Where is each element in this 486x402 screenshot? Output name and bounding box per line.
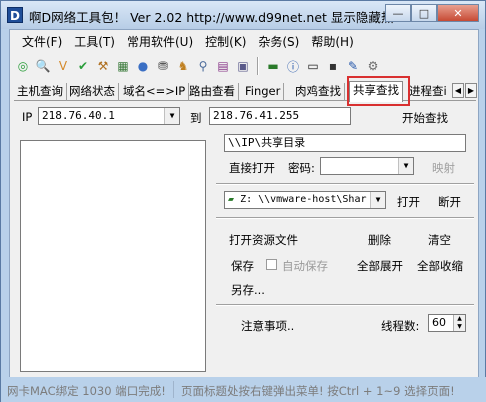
main-window: D 啊D网络工具包！ Ver 2.02 http://www.d99net.ne…: [0, 0, 486, 402]
disconnect-button[interactable]: 断开: [438, 194, 461, 210]
divider: [216, 217, 474, 219]
app-icon: D: [7, 7, 23, 23]
start-ip-combo[interactable]: 218.76.40.1 ▼: [38, 107, 180, 125]
client-area: 文件(F) 工具(T) 常用软件(U) 控制(K) 杂务(S) 帮助(H) ◎ 🔍…: [9, 29, 479, 379]
window-title: 啊D网络工具包！ Ver 2.02 http://www.d99net.net …: [29, 10, 406, 25]
delete-button[interactable]: 删除: [368, 232, 391, 248]
tab-process-query[interactable]: 进程查i: [406, 83, 450, 101]
tab-host-query[interactable]: 主机查询: [14, 83, 67, 101]
v-icon[interactable]: V: [54, 57, 72, 75]
network-drive-icon: ▰: [228, 194, 235, 205]
direct-open-button[interactable]: 直接打开: [229, 160, 275, 176]
tab-bot-search[interactable]: 肉鸡查找: [292, 83, 345, 101]
chevron-down-icon[interactable]: ▼: [398, 158, 413, 174]
search-person-icon[interactable]: ⚲: [194, 57, 212, 75]
divider: [216, 183, 474, 185]
spinner-arrows-icon[interactable]: ▲ ▼: [453, 315, 465, 331]
map-button[interactable]: 映射: [432, 160, 455, 176]
active-tab-highlight: [347, 76, 410, 106]
divider: [216, 304, 474, 306]
gear-icon[interactable]: ⚙: [364, 57, 382, 75]
toolbar-separator: [257, 57, 259, 75]
save-button[interactable]: 保存: [231, 258, 254, 274]
menu-file[interactable]: 文件(F): [16, 33, 68, 50]
computer-icon[interactable]: ▪: [324, 57, 342, 75]
notes-button[interactable]: 注意事项..: [241, 318, 294, 334]
pen-icon[interactable]: ✎: [344, 57, 362, 75]
threads-value: 60: [432, 316, 446, 329]
to-label: 到: [190, 111, 202, 125]
check-icon[interactable]: ✔: [74, 57, 92, 75]
collapse-all-button[interactable]: 全部收缩: [417, 258, 463, 274]
tool-icon[interactable]: ⚒: [94, 57, 112, 75]
minimize-button[interactable]: —: [385, 4, 411, 22]
window-icon[interactable]: ▣: [234, 57, 252, 75]
start-ip-value: 218.76.40.1: [42, 109, 115, 122]
password-label: 密码:: [288, 161, 315, 175]
globe-icon[interactable]: ●: [134, 57, 152, 75]
start-search-button[interactable]: 开始查找: [402, 110, 448, 126]
clear-button[interactable]: 清空: [428, 232, 451, 248]
expand-all-button[interactable]: 全部展开: [357, 258, 403, 274]
result-list[interactable]: [20, 140, 206, 372]
close-button[interactable]: ✕: [437, 4, 479, 22]
chevron-down-icon[interactable]: ▼: [164, 108, 179, 124]
status-left: 网卡MAC绑定 1030 端口完成!: [7, 384, 166, 398]
save-as-button[interactable]: 另存...: [231, 282, 265, 298]
menu-common-software[interactable]: 常用软件(U): [121, 33, 199, 50]
mapped-drive-combo[interactable]: ▰ Z: \\vmware-host\Shar ▼: [224, 191, 386, 209]
menu-bar: 文件(F) 工具(T) 常用软件(U) 控制(K) 杂务(S) 帮助(H): [10, 30, 478, 52]
info-icon[interactable]: ⓘ: [284, 57, 302, 75]
scan-icon[interactable]: ◎: [14, 57, 32, 75]
threads-spinner[interactable]: 60 ▲ ▼: [428, 314, 466, 332]
menu-misc[interactable]: 杂务(S): [252, 33, 305, 50]
network-icon[interactable]: ⛃: [154, 57, 172, 75]
menu-control[interactable]: 控制(K): [199, 33, 252, 50]
tab-network-status[interactable]: 网络状态: [66, 83, 119, 101]
search-icon[interactable]: 🔍: [34, 57, 52, 75]
maximize-button[interactable]: □: [411, 4, 437, 22]
tab-scroll-left-icon[interactable]: ◀: [452, 83, 464, 98]
share-path-input[interactable]: \\IP\共享目录: [224, 134, 466, 152]
terminal-icon[interactable]: ▭: [304, 57, 322, 75]
open-button[interactable]: 打开: [397, 194, 420, 210]
menu-help[interactable]: 帮助(H): [305, 33, 359, 50]
title-bar[interactable]: D 啊D网络工具包！ Ver 2.02 http://www.d99net.ne…: [1, 1, 485, 29]
monitor-icon[interactable]: ▬: [264, 57, 282, 75]
grid-icon[interactable]: ▤: [214, 57, 232, 75]
chevron-down-icon[interactable]: ▼: [370, 192, 385, 208]
tab-scroll-right-icon[interactable]: ▶: [465, 83, 477, 98]
tab-route-view[interactable]: 路由查看: [186, 83, 239, 101]
auto-save-checkbox[interactable]: [266, 259, 277, 270]
password-combo[interactable]: ▼: [320, 157, 414, 175]
threads-label: 线程数:: [381, 319, 420, 333]
menu-tools[interactable]: 工具(T): [68, 33, 121, 50]
tab-domain-ip[interactable]: 域名<=>IP: [120, 83, 190, 101]
chart-icon[interactable]: ▦: [114, 57, 132, 75]
mapped-drive-value: Z: \\vmware-host\Shar: [240, 194, 367, 205]
open-explorer-button[interactable]: 打开资源文件: [229, 232, 298, 248]
tab-finger[interactable]: Finger: [242, 83, 285, 101]
toolbar: ◎ 🔍 V ✔ ⚒ ▦ ● ⛃ ♞ ⚲ ▤ ▣ ▬ ⓘ ▭ ▪ ✎ ⚙: [14, 54, 382, 78]
status-right: 页面标题处按右键弹出菜单! 按Ctrl + 1~9 选择页面!: [181, 384, 455, 398]
ip-label: IP: [22, 110, 33, 124]
auto-save-label: 自动保存: [282, 259, 328, 273]
user-icon[interactable]: ♞: [174, 57, 192, 75]
end-ip-input[interactable]: 218.76.41.255: [209, 107, 351, 125]
status-divider: [173, 381, 174, 398]
status-bar: 网卡MAC绑定 1030 端口完成! 页面标题处按右键弹出菜单! 按Ctrl +…: [1, 377, 486, 402]
